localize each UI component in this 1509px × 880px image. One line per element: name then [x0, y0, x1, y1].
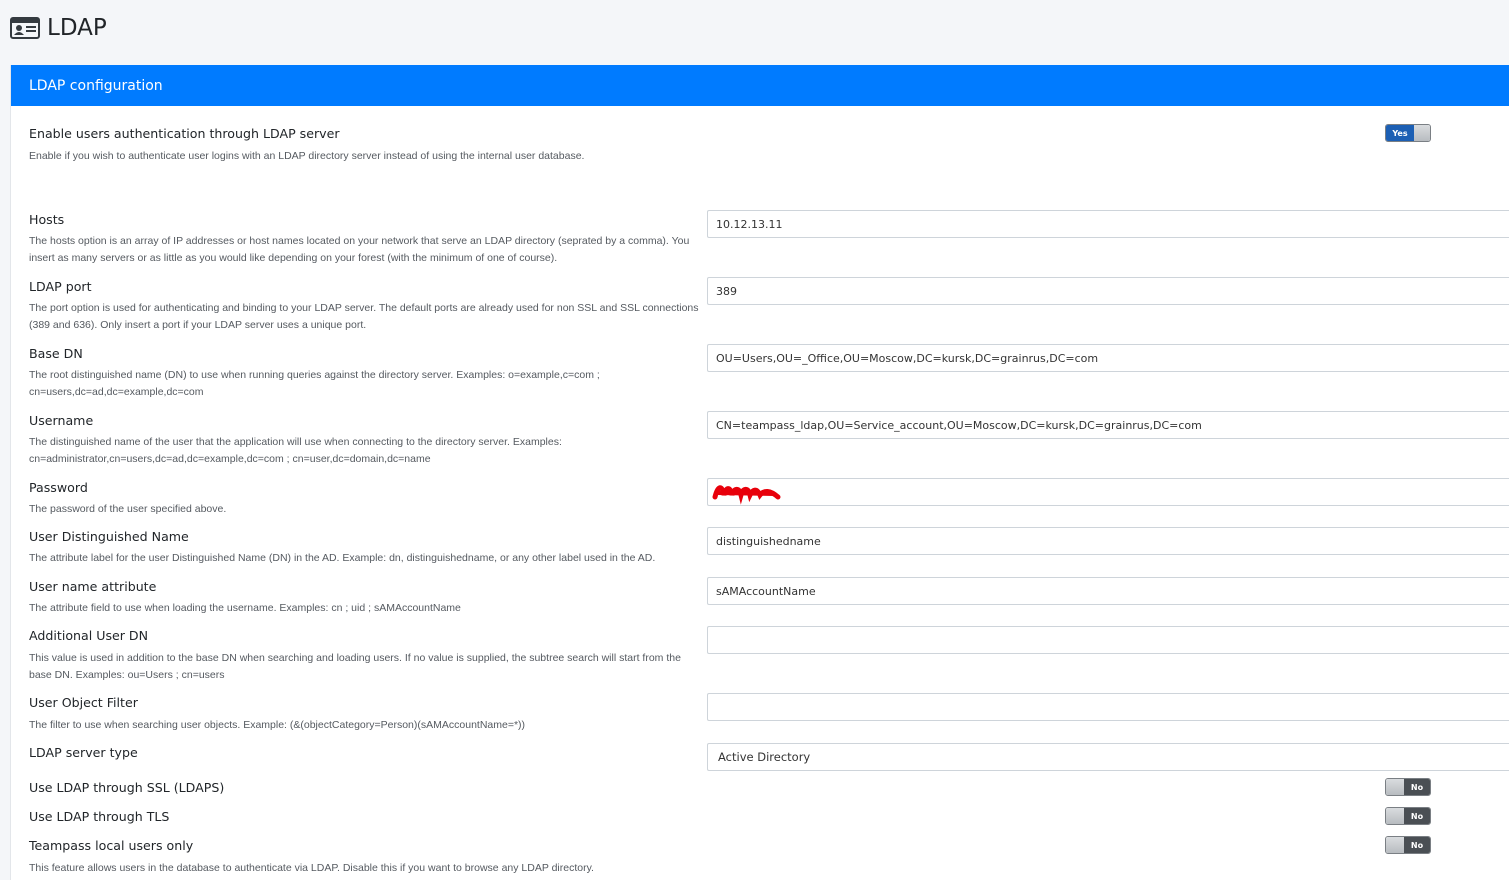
tls-label: Use LDAP through TLS — [29, 809, 170, 824]
toggle-on-label: Yes — [1386, 125, 1414, 141]
toggle-knob — [1386, 779, 1404, 795]
port-label: LDAP port — [29, 279, 92, 294]
password-input[interactable] — [707, 478, 1509, 506]
object-filter-help: The filter to use when searching user ob… — [29, 719, 526, 731]
toggle-off-label: No — [1404, 837, 1430, 853]
enable-ldap-help: Enable if you wish to authenticate user … — [29, 150, 585, 162]
port-help: The port option is used for authenticati… — [29, 302, 699, 331]
port-input[interactable] — [707, 277, 1509, 305]
object-filter-label: User Object Filter — [29, 695, 138, 710]
ssl-label: Use LDAP through SSL (LDAPS) — [29, 780, 225, 795]
toggle-knob — [1386, 808, 1404, 824]
id-card-icon — [10, 17, 40, 39]
ldap-config-card: LDAP configuration Enable users authenti… — [10, 65, 1509, 880]
base-dn-help: The root distinguished name (DN) to use … — [29, 369, 600, 398]
user-dn-attr-help: The attribute label for the user Disting… — [29, 552, 656, 564]
user-name-attr-label: User name attribute — [29, 579, 157, 594]
hosts-help: The hosts option is an array of IP addre… — [29, 235, 690, 264]
local-only-toggle[interactable]: No — [1385, 836, 1431, 854]
hosts-label: Hosts — [29, 212, 65, 227]
toggle-knob — [1386, 837, 1404, 853]
username-help: The distinguished name of the user that … — [29, 436, 562, 465]
username-label: Username — [29, 413, 94, 428]
password-label: Password — [29, 480, 88, 495]
password-help: The password of the user specified above… — [29, 503, 227, 515]
username-input[interactable] — [707, 411, 1509, 439]
page-header: LDAP — [10, 12, 107, 44]
toggle-off-label: No — [1404, 808, 1430, 824]
additional-dn-label: Additional User DN — [29, 628, 149, 643]
additional-dn-input[interactable] — [707, 626, 1509, 654]
page-title: LDAP — [47, 15, 107, 41]
local-only-label: Teampass local users only — [29, 838, 194, 853]
enable-ldap-label: Enable users authentication through LDAP… — [29, 126, 340, 141]
redaction-scribble — [712, 485, 781, 505]
user-dn-attr-input[interactable] — [707, 527, 1509, 555]
user-name-attr-help: The attribute field to use when loading … — [29, 602, 461, 614]
server-type-select[interactable]: Active Directory — [707, 743, 1509, 771]
card-header: LDAP configuration — [11, 65, 1509, 106]
user-name-attr-input[interactable] — [707, 577, 1509, 605]
server-type-label: LDAP server type — [29, 745, 138, 760]
card-title: LDAP configuration — [29, 77, 163, 94]
toggle-off-label: No — [1404, 779, 1430, 795]
hosts-input[interactable] — [707, 210, 1509, 238]
object-filter-input[interactable] — [707, 693, 1509, 721]
local-only-help: This feature allows users in the databas… — [29, 862, 594, 874]
base-dn-input[interactable] — [707, 344, 1509, 372]
base-dn-label: Base DN — [29, 346, 83, 361]
ssl-toggle[interactable]: No — [1385, 778, 1431, 796]
user-dn-attr-label: User Distinguished Name — [29, 529, 189, 544]
server-type-selected: Active Directory — [718, 750, 811, 764]
toggle-knob — [1414, 125, 1430, 141]
tls-toggle[interactable]: No — [1385, 807, 1431, 825]
enable-ldap-toggle[interactable]: Yes — [1385, 124, 1431, 142]
additional-dn-help: This value is used in addition to the ba… — [29, 652, 681, 681]
